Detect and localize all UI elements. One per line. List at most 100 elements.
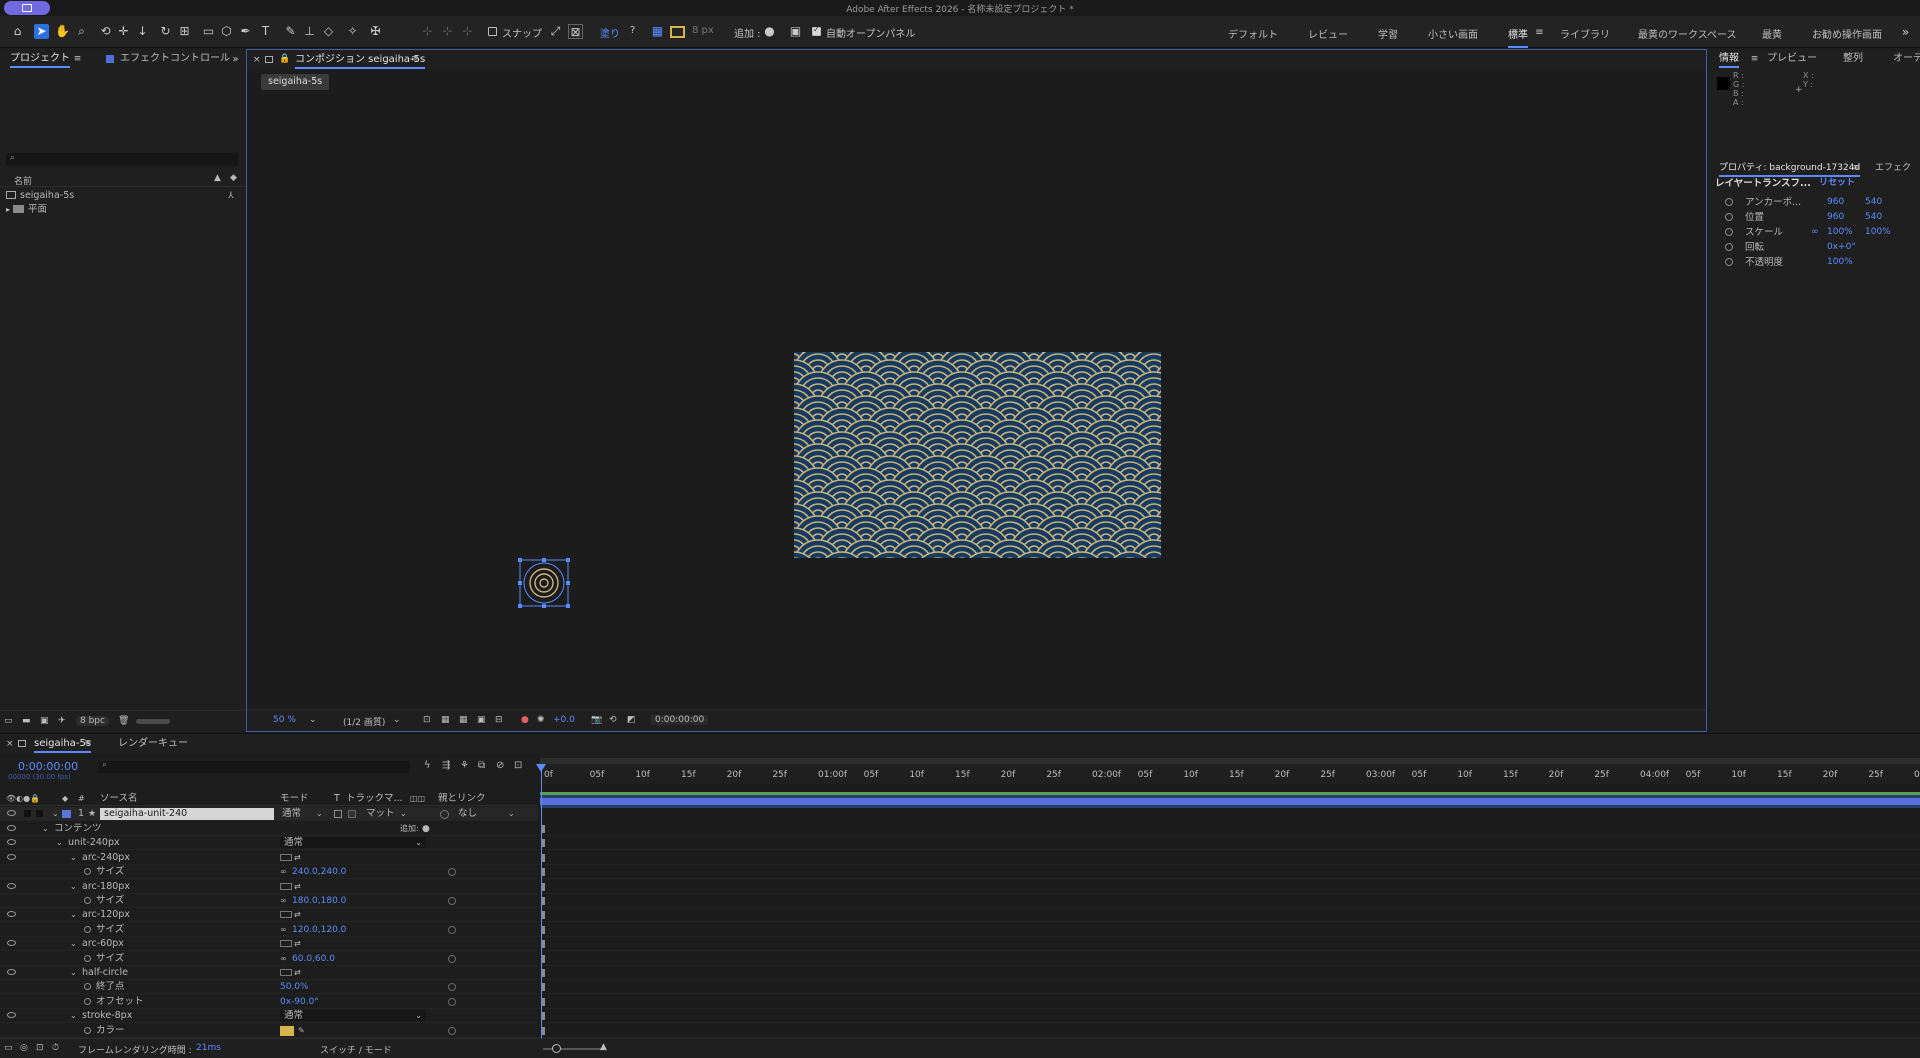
eyedropper-icon[interactable]: ✎ (298, 1024, 305, 1038)
playhead-line[interactable] (541, 768, 542, 1039)
orbit-tool-icon[interactable]: ⟲ (98, 24, 113, 39)
tab-effect-controls[interactable]: エフェクトコントロール (116, 49, 234, 69)
property-track[interactable] (540, 995, 1920, 1009)
graph-editor-icon[interactable]: ⧉ (478, 760, 485, 771)
column-source-name[interactable]: ソース名 (100, 792, 138, 806)
stopwatch-icon[interactable] (1725, 258, 1733, 266)
property-value[interactable]: 180.0,180.0 (292, 894, 346, 908)
property-value[interactable]: 120.0,120.0 (292, 923, 346, 937)
stopwatch-icon[interactable] (84, 954, 91, 962)
panel-menu-icon[interactable]: ≡ (84, 738, 92, 748)
property-row[interactable]: カラー ✎ (0, 1024, 538, 1038)
stopwatch-icon[interactable] (84, 897, 91, 904)
tab-preview[interactable]: プレビュー (1763, 49, 1821, 69)
constrain-link-icon[interactable]: ∞ (280, 923, 287, 937)
column-mode[interactable]: モード (280, 792, 309, 806)
current-time-display[interactable]: 0:00:00:00 (651, 715, 709, 725)
chevron-down-icon[interactable]: ⌄ (52, 807, 59, 821)
label-color-swatch[interactable] (62, 810, 71, 818)
label-tag-icon[interactable]: ◆ (230, 173, 237, 183)
lock-switch[interactable] (36, 810, 43, 817)
expression-icon[interactable] (448, 925, 456, 934)
property-track[interactable] (540, 966, 1920, 980)
close-tab-icon[interactable]: × (2, 734, 18, 754)
reset-button[interactable]: リセット (1819, 176, 1855, 191)
disclosure-icon[interactable]: ▸ (6, 205, 10, 214)
transform-property-row[interactable]: スケール 100% 100% ∞ (1709, 225, 1920, 240)
tab-effects[interactable]: エフェク (1871, 158, 1915, 178)
property-track[interactable] (540, 851, 1920, 865)
tab-composition[interactable]: コンポジション seigaiha-5s (291, 50, 429, 70)
chevron-down-icon[interactable]: ⌄ (316, 807, 323, 821)
property-track[interactable] (540, 980, 1920, 995)
chevron-down-icon[interactable]: ⌄ (393, 715, 401, 725)
keyframe-marker[interactable] (542, 825, 545, 833)
constrain-link-icon[interactable]: ∞ (1811, 225, 1819, 240)
timeline-graph-area[interactable]: 0f 05f 10f 15f 20f 25f 01:00f 05f 10f 15f 20f 25f 02… (536, 754, 1920, 1058)
project-search-input[interactable]: ⌕ (6, 153, 238, 166)
comp-flowchart-icon[interactable]: ⊡ (514, 760, 522, 771)
flowchart-icon[interactable]: ⅄ (228, 189, 234, 203)
property-row[interactable]: 終了点 50.0% (0, 980, 538, 995)
transparency-grid-icon[interactable]: ▦ (441, 715, 450, 725)
draft-3d-icon[interactable]: ⊘ (496, 760, 504, 771)
property-track[interactable] (540, 894, 1920, 908)
property-value[interactable]: 60.0,60.0 (292, 952, 335, 966)
property-value[interactable]: 50.0% (280, 980, 309, 994)
brush-tool-icon[interactable]: ✎ (283, 24, 298, 39)
fill-help-label[interactable]: ? (630, 25, 635, 36)
transform-property-row[interactable]: 回転 0x+0° (1709, 240, 1920, 255)
exposure-value[interactable]: +0.0 (553, 715, 575, 725)
frame-blending-icon[interactable]: ⇶ (442, 760, 450, 771)
toggle-transfer-icon[interactable]: ◎ (20, 1043, 28, 1053)
workspace-menu-icon[interactable]: ≡ (1532, 25, 1547, 40)
visibility-icon[interactable] (7, 882, 16, 889)
blend-mode-dropdown[interactable]: 通常 ⌄ (280, 1010, 426, 1022)
chevron-down-icon[interactable]: ⌄ (70, 880, 77, 894)
property-row[interactable]: サイズ ∞ 60.0,60.0 (0, 952, 538, 966)
chevron-down-icon[interactable]: ⌄ (42, 822, 49, 836)
column-track-matte[interactable]: トラックマ... (346, 792, 403, 806)
add-content-button[interactable]: 追加: (400, 822, 419, 836)
alpha-icon[interactable]: ◩ (627, 715, 636, 725)
tab-render-queue[interactable]: レンダーキュー (114, 734, 192, 754)
zoom-slider-handle[interactable] (552, 1044, 561, 1053)
composition-canvas[interactable] (794, 352, 1161, 558)
property-row[interactable]: ⌄ arc-180px ⇄ (0, 880, 538, 894)
snapshot-icon[interactable]: 📷 (591, 715, 602, 725)
visibility-icon[interactable] (7, 853, 16, 860)
current-time[interactable]: 0:00:00:00 (18, 760, 78, 773)
more-workspaces-icon[interactable]: » (1898, 25, 1913, 40)
layer-row[interactable]: ⌄ 1 ★ seigaiha-unit-240 通常 ⌄ マット ⌄ なし ⌄ (0, 807, 538, 821)
work-area-bar[interactable] (540, 758, 1920, 764)
sort-up-icon[interactable]: ▲ (214, 173, 221, 183)
grid-guides-icon[interactable]: ▣ (477, 715, 486, 725)
chevron-down-icon[interactable]: ⌄ (415, 837, 422, 848)
property-row[interactable]: ⌄ コンテンツ 追加: ● (0, 822, 538, 836)
puppet-tool-icon[interactable]: ✠ (368, 24, 383, 39)
text-tool-icon[interactable]: T (258, 24, 273, 39)
transform-property-row[interactable]: 位置 960 540 (1709, 210, 1920, 225)
keyframe-marker[interactable] (542, 954, 545, 963)
auto-open-checkbox[interactable] (812, 25, 821, 36)
toggle-render-time-icon[interactable]: ⏱ (52, 1043, 59, 1053)
property-track[interactable] (540, 952, 1920, 966)
show-snapshot-icon[interactable]: ⟲ (609, 715, 617, 725)
blend-mode-dropdown[interactable]: 通常 ⌄ (280, 837, 426, 849)
stopwatch-icon[interactable] (1725, 198, 1733, 206)
tab-align[interactable]: 整列 (1839, 49, 1867, 69)
panel-menu-icon[interactable]: ≡ (1849, 161, 1864, 176)
workspace-custom[interactable]: 最黄のワークスペース (1638, 26, 1737, 41)
solo-switch[interactable] (24, 810, 31, 817)
layer-bounding-box[interactable] (518, 558, 570, 608)
property-track[interactable] (540, 865, 1920, 880)
stopwatch-icon[interactable] (84, 868, 91, 876)
chevron-down-icon[interactable]: ⌄ (309, 715, 317, 725)
dolly-tool-icon[interactable]: ↓ (135, 24, 150, 39)
snap-edge-icon[interactable]: ⤢ (548, 24, 563, 39)
tab-audio[interactable]: オーデ (1889, 49, 1920, 69)
project-item-composition[interactable]: seigaiha-5s ⅄ (0, 189, 245, 203)
property-row[interactable]: サイズ ∞ 180.0,180.0 (0, 894, 538, 908)
keyframe-marker[interactable] (542, 983, 545, 992)
adjust-icon[interactable]: ✈ (58, 716, 66, 726)
